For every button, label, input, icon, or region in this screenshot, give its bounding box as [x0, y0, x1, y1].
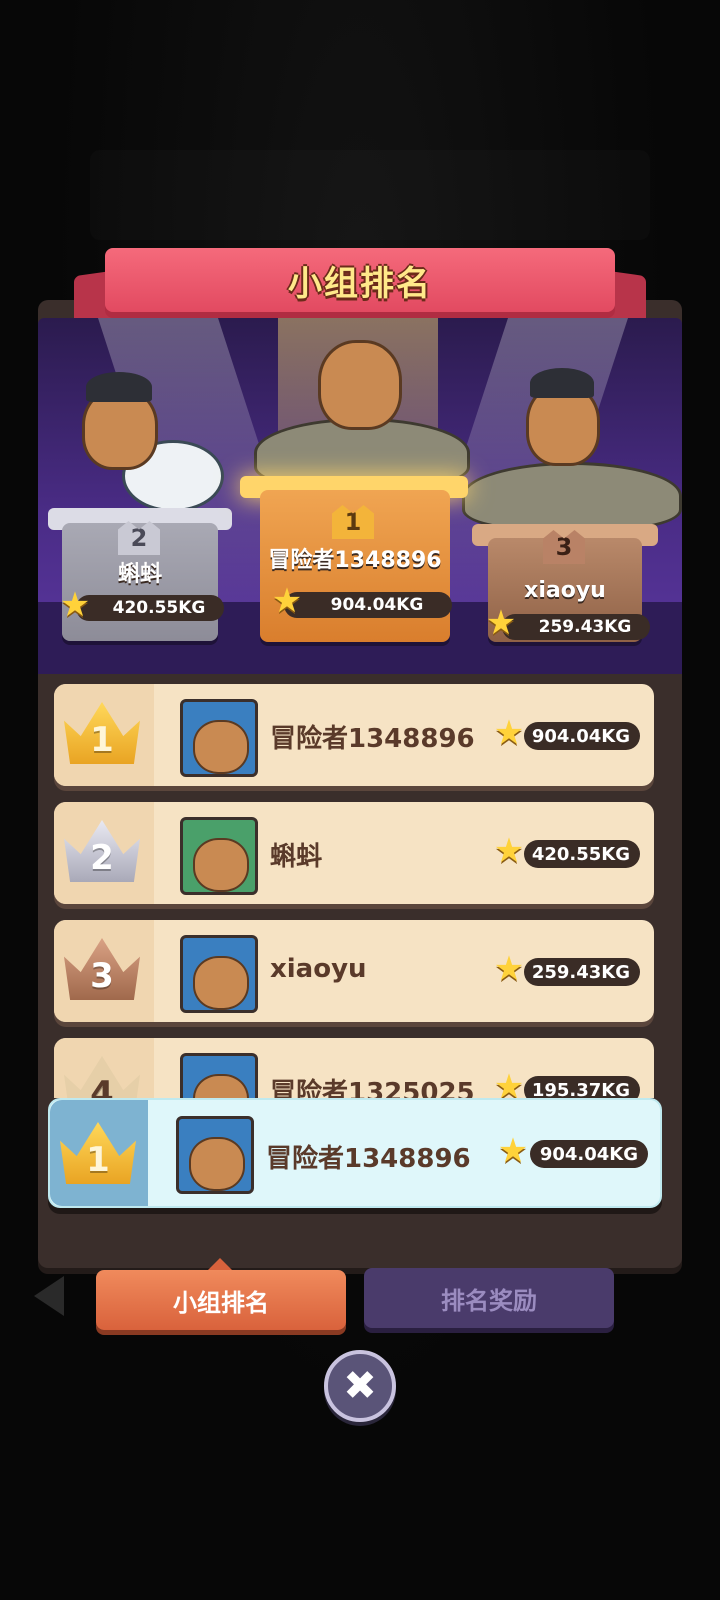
ranking-list[interactable]: 1 冒险者1348896 904.04KG ★ 2 蝌蚪 420.55KG ★ … — [38, 676, 682, 1098]
close-button[interactable]: ✖ — [324, 1350, 396, 1422]
star-icon: ★ — [493, 949, 525, 989]
chevron-left-icon[interactable] — [34, 1276, 64, 1316]
star-icon: ★ — [497, 1131, 529, 1171]
player-name: 冒险者1325025 — [270, 1078, 475, 1098]
tab-group-ranking[interactable]: 小组排名 — [96, 1270, 346, 1330]
star-icon: ★ — [493, 713, 525, 753]
podium-score-second: 420.55KG — [76, 595, 224, 621]
podium-name-third: xiaoyu — [524, 578, 606, 603]
avatar — [180, 1053, 258, 1098]
podium-name-first: 冒险者1348896 — [268, 548, 442, 573]
page-title: 小组排名 — [288, 263, 432, 304]
ranking-row[interactable]: 1 冒险者1348896 904.04KG ★ — [54, 684, 654, 786]
player-score: 904.04KG — [530, 1140, 648, 1168]
player-score: 420.55KG — [524, 840, 640, 868]
player-name: 冒险者1348896 — [270, 724, 475, 754]
star-icon: ★ — [493, 1067, 525, 1098]
my-ranking-row[interactable]: 1 冒险者1348896 904.04KG ★ — [48, 1098, 662, 1208]
star-icon: ★ — [271, 581, 303, 621]
close-icon: ✖ — [343, 1363, 377, 1409]
star-icon: ★ — [59, 585, 91, 625]
title-banner: 小组排名 — [105, 248, 615, 312]
player-score: 904.04KG — [524, 722, 640, 750]
tab-ranking-rewards[interactable]: 排名奖励 — [364, 1268, 614, 1328]
podium-name-second: 蝌蚪 — [117, 562, 162, 587]
background-game-ui — [90, 150, 650, 240]
podium-score-first: 904.04KG — [284, 592, 452, 618]
ranking-row[interactable]: 4 冒险者1325025 195.37KG ★ — [54, 1038, 654, 1098]
avatar — [180, 699, 258, 777]
star-icon: ★ — [485, 603, 517, 643]
ranking-row[interactable]: 3 xiaoyu 259.43KG ★ — [54, 920, 654, 1022]
avatar — [180, 817, 258, 895]
podium-score-third: 259.43KG — [502, 614, 650, 640]
avatar — [180, 935, 258, 1013]
player-name: xiaoyu — [270, 954, 367, 984]
player-name: 蝌蚪 — [270, 842, 323, 872]
player-name: 冒险者1348896 — [266, 1144, 471, 1174]
star-icon: ★ — [493, 831, 525, 871]
player-score: 195.37KG — [524, 1076, 640, 1098]
player-score: 259.43KG — [524, 958, 640, 986]
avatar — [176, 1116, 254, 1194]
ranking-row[interactable]: 2 蝌蚪 420.55KG ★ — [54, 802, 654, 904]
